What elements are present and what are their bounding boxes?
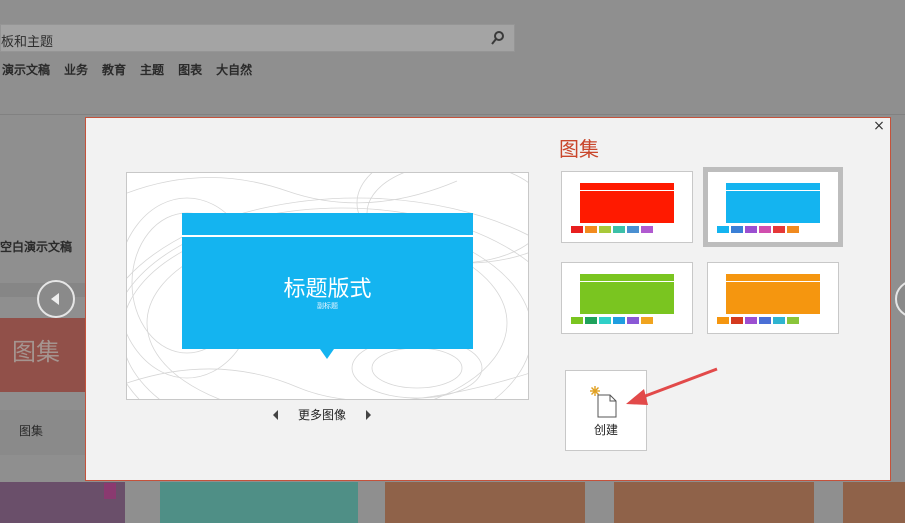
variant-color-chip	[599, 226, 611, 233]
variant-red[interactable]	[561, 171, 693, 243]
variant-color-chip	[731, 226, 743, 233]
variant-color-chip	[731, 317, 743, 324]
next-image-icon[interactable]	[366, 409, 372, 420]
background-tile-caption: 图集	[19, 424, 44, 438]
background-category: 业务	[64, 63, 89, 77]
variant-color-chip	[571, 226, 583, 233]
background-category-list: 演示文稿 业务 教育 主题 图表 大自然	[2, 61, 252, 78]
variant-color-chips	[717, 226, 799, 233]
background-category: 大自然	[216, 63, 253, 77]
variant-color-chip	[613, 226, 625, 233]
search-icon	[490, 30, 506, 50]
preview-subtitle: 副标题	[317, 302, 338, 310]
variant-color-chip	[745, 226, 757, 233]
close-icon[interactable]: ×	[872, 119, 886, 133]
background-divider	[0, 114, 905, 115]
background-gallery-tile: 图集	[0, 318, 86, 392]
variant-blue[interactable]	[703, 167, 843, 247]
theme-preview: 标题版式 副标题	[126, 172, 529, 400]
preview-title: 标题版式	[283, 277, 372, 302]
variant-orange[interactable]	[707, 262, 839, 334]
next-template-button[interactable]	[895, 280, 905, 318]
background-thumbnail	[385, 482, 585, 523]
variant-color-chip	[641, 317, 653, 324]
variant-color-chip	[627, 317, 639, 324]
variant-color-chip	[585, 317, 597, 324]
theme-preview-dialog: × 标题版式 副标题 更多图像 图集 创建	[85, 117, 891, 481]
variant-green[interactable]	[561, 262, 693, 334]
variant-color-chip	[717, 317, 729, 324]
background-category: 演示文稿	[2, 63, 51, 77]
background-blank-presentation-label: 空白演示文稿	[0, 240, 73, 254]
variant-color-chip	[745, 317, 757, 324]
background-thumbnail	[160, 482, 358, 523]
background-search-box: 板和主题	[0, 24, 515, 52]
variant-color-chips	[717, 317, 799, 324]
more-images-nav: 更多图像	[273, 406, 372, 423]
variant-bar	[726, 274, 820, 314]
variant-stripe	[726, 190, 820, 191]
variant-color-chip	[627, 226, 639, 233]
background-thumbnail	[843, 482, 905, 523]
background-category: 教育	[102, 63, 127, 77]
background-tile-title: 图集	[12, 338, 60, 366]
new-document-icon	[590, 385, 624, 423]
variant-bar	[726, 183, 820, 223]
variant-stripe	[580, 190, 674, 191]
create-button[interactable]: 创建	[565, 370, 647, 451]
more-images-label: 更多图像	[298, 408, 347, 422]
variant-bar	[580, 274, 674, 314]
variant-color-chip	[613, 317, 625, 324]
preview-stripe	[182, 235, 473, 237]
background-tile-arrow	[27, 386, 39, 392]
variant-color-chip	[641, 226, 653, 233]
variant-color-chips	[571, 317, 653, 324]
variant-bar	[580, 183, 674, 223]
variant-color-chip	[717, 226, 729, 233]
variant-color-chip	[585, 226, 597, 233]
variant-stripe	[580, 281, 674, 282]
preview-callout-arrow	[320, 349, 334, 359]
previous-image-icon[interactable]	[273, 409, 278, 420]
background-search-text: 板和主题	[1, 35, 54, 50]
background-category: 主题	[140, 63, 165, 77]
variant-color-chip	[787, 317, 799, 324]
background-thumbnail	[614, 482, 814, 523]
variant-color-chips	[571, 226, 653, 233]
variant-color-chip	[571, 317, 583, 324]
gallery-title: 图集	[559, 137, 599, 161]
variant-stripe	[726, 281, 820, 282]
variant-color-chip	[787, 226, 799, 233]
variant-color-chip	[599, 317, 611, 324]
preview-title-card: 标题版式 副标题	[182, 213, 473, 359]
background-category: 图表	[178, 63, 203, 77]
variant-color-chip	[759, 226, 771, 233]
background-marker	[104, 483, 116, 499]
variant-color-chip	[759, 317, 771, 324]
previous-template-button[interactable]	[37, 280, 75, 318]
create-label: 创建	[593, 423, 618, 437]
variant-color-chip	[773, 317, 785, 324]
variant-color-chip	[773, 226, 785, 233]
